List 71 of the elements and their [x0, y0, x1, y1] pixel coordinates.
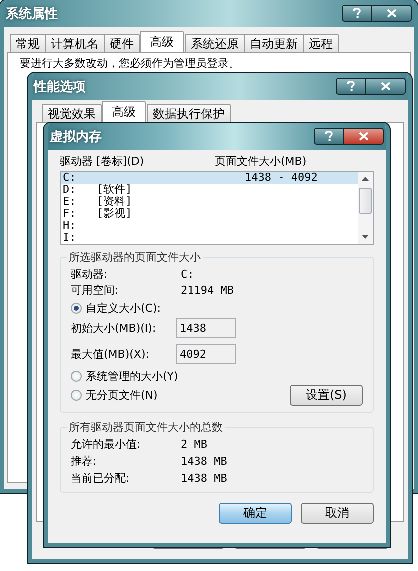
tab[interactable]: 高级	[102, 101, 146, 122]
close-button[interactable]	[372, 5, 412, 22]
drive-row[interactable]: F: [影视]	[61, 208, 358, 220]
total-value: 2 MB	[181, 438, 208, 452]
window-title: 虚拟内存	[49, 128, 102, 146]
input-field[interactable]: 4092	[176, 344, 236, 364]
close-icon	[358, 132, 368, 141]
help-icon	[353, 8, 361, 19]
tab[interactable]: 高级	[140, 31, 184, 52]
drive-letter: C:	[63, 172, 78, 184]
tab[interactable]: 视觉效果	[42, 104, 102, 122]
volume-label: [影视]	[97, 208, 132, 220]
drive-row[interactable]: I:	[61, 232, 358, 244]
drive-row[interactable]: D: [软件]	[61, 184, 358, 196]
window-title: 性能选项	[32, 78, 86, 96]
info-value: C:	[181, 268, 196, 282]
drive-letter: I:	[63, 232, 78, 244]
help-button[interactable]	[342, 5, 372, 22]
help-icon	[325, 131, 333, 142]
total-label: 允许的最小值:	[71, 438, 142, 452]
scroll-thumb[interactable]	[359, 188, 372, 214]
window-title: 系统属性	[5, 6, 58, 22]
tab[interactable]: 数据执行保护	[147, 104, 231, 122]
close-button[interactable]	[366, 78, 406, 95]
drive-letter: F:	[63, 208, 78, 220]
tab[interactable]: 系统还原	[185, 34, 245, 52]
radio-label[interactable]: 系统管理的大小(Y)	[86, 369, 178, 384]
close-icon	[386, 9, 396, 18]
settings-button[interactable]: 设置(S)	[290, 385, 363, 406]
input-field[interactable]: 1438	[176, 318, 236, 338]
drive-letter: E:	[63, 196, 78, 208]
column-header: 页面文件大小(MB)	[215, 154, 307, 168]
group-title: 所有驱动器页面文件大小的总数	[67, 420, 225, 435]
drive-row[interactable]: E: [资料]	[61, 196, 358, 208]
scrollbar[interactable]	[358, 172, 373, 244]
drive-row[interactable]: C: 1438 - 4092	[61, 172, 358, 184]
field-label: 最大值(MB)(X):	[71, 346, 150, 362]
drive-row[interactable]: H:	[61, 220, 358, 232]
total-label: 推荐:	[71, 455, 98, 469]
field-label: 初始大小(MB)(I):	[71, 320, 158, 336]
page-file-size: 1438 - 4092	[245, 172, 318, 184]
help-icon	[347, 81, 355, 92]
column-header: 驱动器 [卷标](D)	[60, 154, 146, 168]
info-label: 可用空间:	[71, 284, 120, 298]
tab[interactable]: 硬件	[104, 34, 140, 52]
drive-letter: H:	[63, 220, 78, 232]
tab[interactable]: 计算机名	[45, 34, 105, 52]
help-button[interactable]	[336, 78, 366, 95]
radio-label[interactable]: 无分页文件(N)	[86, 388, 158, 403]
radio-button[interactable]	[71, 390, 82, 401]
info-value: 21194 MB	[181, 284, 235, 298]
total-label: 当前已分配:	[71, 472, 131, 486]
volume-label: [资料]	[97, 196, 132, 208]
ok-button[interactable]: 确定	[219, 503, 292, 524]
tab[interactable]: 自动更新	[244, 34, 304, 52]
cancel-button[interactable]: 取消	[301, 503, 374, 524]
info-label: 驱动器:	[71, 268, 109, 282]
tab[interactable]: 常规	[10, 34, 46, 52]
help-button[interactable]	[314, 128, 344, 145]
group-title: 所选驱动器的页面文件大小	[67, 250, 203, 265]
total-value: 1438 MB	[181, 455, 228, 469]
total-value: 1438 MB	[181, 472, 228, 486]
tab[interactable]: 远程	[303, 34, 339, 52]
radio-button[interactable]	[71, 303, 82, 314]
notice-text: 要进行大多数改动，您必须作为管理员登录。	[20, 56, 241, 71]
volume-label: [软件]	[97, 184, 132, 196]
radio-label[interactable]: 自定义大小(C):	[86, 301, 161, 316]
radio-button[interactable]	[71, 371, 82, 382]
drive-letter: D:	[63, 184, 78, 196]
close-button[interactable]	[344, 128, 384, 145]
close-icon	[380, 82, 390, 91]
